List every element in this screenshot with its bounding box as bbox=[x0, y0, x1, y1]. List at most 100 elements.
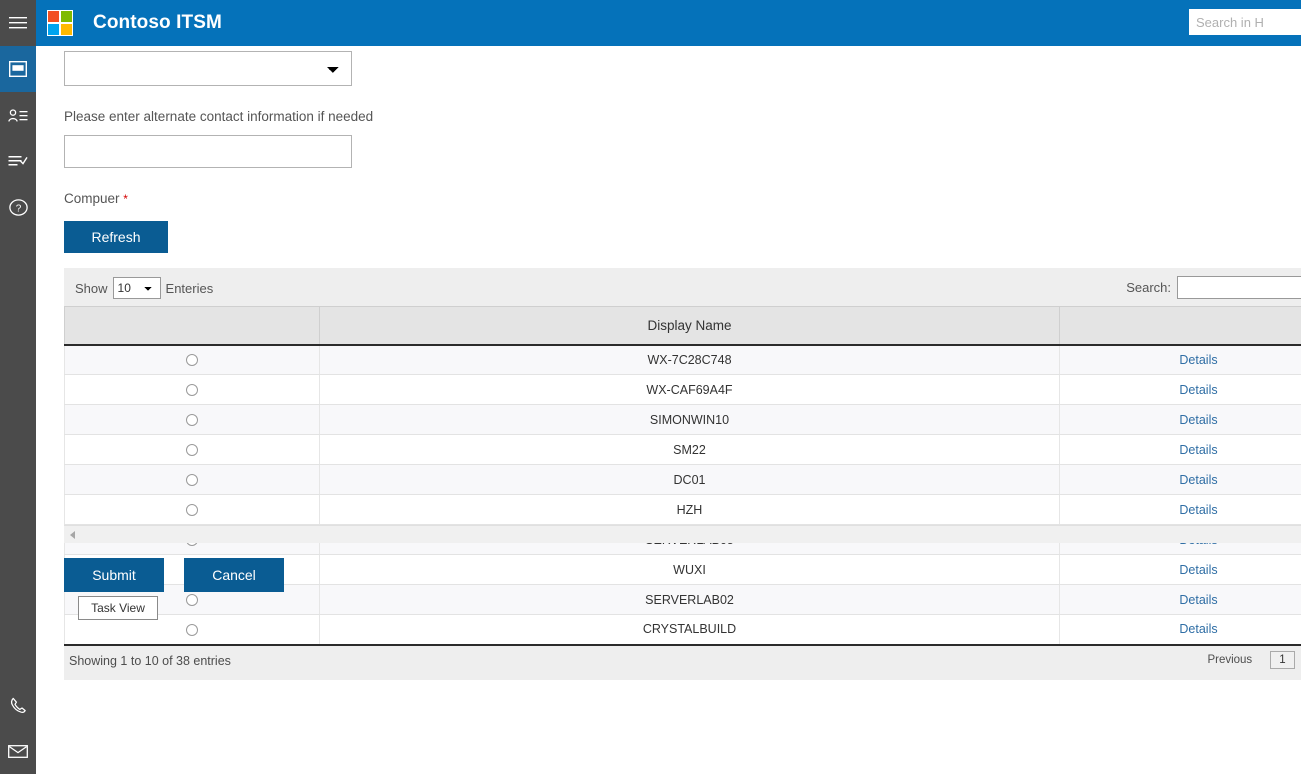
alternate-contact-input[interactable] bbox=[64, 135, 352, 168]
row-details-cell: Details bbox=[1059, 614, 1301, 646]
details-link[interactable]: Details bbox=[1179, 503, 1217, 517]
computer-table-panel: Show 102550100 Enteries Search: Display … bbox=[64, 268, 1301, 680]
svg-text:?: ? bbox=[15, 203, 21, 214]
sidebar-item-mail[interactable] bbox=[0, 728, 36, 774]
contact-list-icon bbox=[8, 108, 28, 123]
table-row[interactable]: HZH Details bbox=[64, 494, 1301, 525]
table-row[interactable]: DC01 Details bbox=[64, 464, 1301, 495]
logo-square-blue bbox=[48, 24, 59, 35]
hamburger-icon bbox=[9, 16, 27, 30]
row-select-cell[interactable] bbox=[64, 404, 320, 435]
logo-square-green bbox=[61, 11, 72, 22]
entries-label: Enteries bbox=[165, 280, 214, 296]
table-header-row: Display Name bbox=[64, 306, 1301, 346]
table-row[interactable]: CRYSTALBUILD Details bbox=[64, 614, 1301, 646]
table-row[interactable]: SM22 Details bbox=[64, 434, 1301, 465]
row-radio-button[interactable] bbox=[186, 594, 198, 607]
pagination-page-1[interactable]: 1 bbox=[1270, 650, 1295, 669]
computer-table: Display Name WX-7C28C748 Details WX-CAF69A… bbox=[64, 306, 1301, 646]
row-details-cell: Details bbox=[1059, 404, 1301, 435]
logo-square-red bbox=[48, 11, 59, 22]
main-content: Please enter alternate contact informati… bbox=[36, 46, 1301, 774]
row-select-cell[interactable] bbox=[64, 494, 320, 525]
cancel-button[interactable]: Cancel bbox=[184, 558, 284, 592]
table-body: WX-7C28C748 Details WX-CAF69A4F Details SIMO… bbox=[64, 344, 1301, 646]
table-horizontal-scrollbar[interactable] bbox=[64, 525, 1301, 543]
show-label: Show bbox=[75, 280, 108, 296]
row-radio-button[interactable] bbox=[186, 384, 198, 397]
table-search-input[interactable] bbox=[1177, 276, 1301, 299]
row-select-cell[interactable] bbox=[64, 374, 320, 405]
row-display-name: SM22 bbox=[319, 434, 1060, 465]
envelope-icon bbox=[8, 744, 28, 758]
app-header: Contoso ITSM bbox=[36, 0, 1301, 46]
details-link[interactable]: Details bbox=[1179, 563, 1217, 577]
row-display-name: SIMONWIN10 bbox=[319, 404, 1060, 435]
row-select-cell[interactable] bbox=[64, 344, 320, 375]
refresh-button[interactable]: Refresh bbox=[64, 221, 168, 253]
details-link[interactable]: Details bbox=[1179, 413, 1217, 427]
details-link[interactable]: Details bbox=[1179, 622, 1217, 636]
row-select-cell[interactable] bbox=[64, 434, 320, 465]
app-title: Contoso ITSM bbox=[93, 12, 222, 33]
table-search-label: Search: bbox=[1126, 280, 1171, 295]
row-radio-button[interactable] bbox=[186, 623, 198, 636]
table-row[interactable]: WX-CAF69A4F Details bbox=[64, 374, 1301, 405]
computer-field-label: Compuer * bbox=[64, 191, 128, 206]
submit-button[interactable]: Submit bbox=[64, 558, 164, 592]
hamburger-menu-button[interactable] bbox=[0, 0, 36, 46]
row-details-cell: Details bbox=[1059, 344, 1301, 375]
showing-entries-text: Showing 1 to 10 of 38 entries bbox=[69, 653, 231, 668]
contact-method-select[interactable] bbox=[64, 51, 352, 86]
row-details-cell: Details bbox=[1059, 464, 1301, 495]
row-display-name: CRYSTALBUILD bbox=[319, 614, 1060, 646]
microsoft-logo bbox=[47, 10, 73, 36]
computer-label-text: Compuer bbox=[64, 191, 120, 206]
table-head: Display Name bbox=[64, 306, 1301, 346]
table-row[interactable]: WX-7C28C748 Details bbox=[64, 344, 1301, 375]
row-display-name: WUXI bbox=[319, 554, 1060, 585]
logo-square-yellow bbox=[61, 24, 72, 35]
row-radio-button[interactable] bbox=[186, 444, 198, 457]
row-radio-button[interactable] bbox=[186, 414, 198, 427]
details-link[interactable]: Details bbox=[1179, 473, 1217, 487]
row-details-cell: Details bbox=[1059, 494, 1301, 525]
table-row[interactable]: SIMONWIN10 Details bbox=[64, 404, 1301, 435]
scroll-left-arrow-icon[interactable] bbox=[70, 531, 75, 539]
table-search-control: Search: bbox=[1126, 276, 1301, 299]
row-display-name: HZH bbox=[319, 494, 1060, 525]
details-link[interactable]: Details bbox=[1179, 593, 1217, 607]
sidebar-item-help[interactable]: ? bbox=[0, 184, 36, 230]
row-details-cell: Details bbox=[1059, 554, 1301, 585]
details-link[interactable]: Details bbox=[1179, 383, 1217, 397]
row-details-cell: Details bbox=[1059, 374, 1301, 405]
header-search-input[interactable] bbox=[1189, 9, 1301, 35]
table-footer: Showing 1 to 10 of 38 entries Previous12 bbox=[64, 645, 1301, 680]
details-link[interactable]: Details bbox=[1179, 353, 1217, 367]
page-size-control: Show 102550100 Enteries bbox=[70, 277, 218, 299]
help-circle-icon: ? bbox=[8, 198, 28, 216]
app-root: ? Contoso ITSM Search in H Please enter … bbox=[0, 0, 1301, 774]
sidebar-item-contacts[interactable] bbox=[0, 92, 36, 138]
alternate-contact-label: Please enter alternate contact informati… bbox=[64, 109, 374, 124]
row-radio-button[interactable] bbox=[186, 504, 198, 517]
page-size-select[interactable]: 102550100 bbox=[112, 277, 161, 299]
sidebar-item-tasks[interactable] bbox=[0, 138, 36, 184]
sidebar-item-forms[interactable] bbox=[0, 46, 36, 92]
details-link[interactable]: Details bbox=[1179, 443, 1217, 457]
phone-icon bbox=[9, 696, 28, 715]
column-header-display-name[interactable]: Display Name bbox=[319, 306, 1060, 346]
row-display-name: DC01 bbox=[319, 464, 1060, 495]
row-radio-button[interactable] bbox=[186, 474, 198, 487]
column-header-details[interactable] bbox=[1059, 306, 1301, 346]
form-window-icon bbox=[9, 61, 27, 77]
sidebar-item-phone[interactable] bbox=[0, 682, 36, 728]
row-display-name: WX-CAF69A4F bbox=[319, 374, 1060, 405]
pagination-previous[interactable]: Previous bbox=[1199, 652, 1260, 668]
task-view-button[interactable]: Task View bbox=[78, 596, 158, 620]
pagination: Previous12 bbox=[1199, 650, 1301, 669]
column-header-select[interactable] bbox=[64, 306, 320, 346]
row-radio-button[interactable] bbox=[186, 354, 198, 367]
task-list-check-icon bbox=[8, 154, 28, 169]
row-select-cell[interactable] bbox=[64, 464, 320, 495]
